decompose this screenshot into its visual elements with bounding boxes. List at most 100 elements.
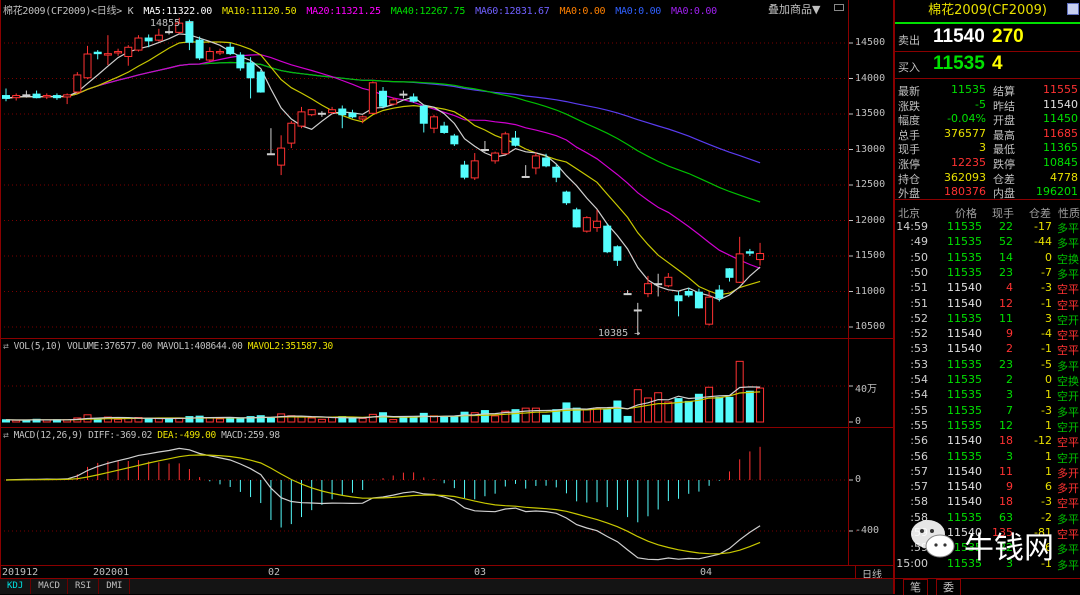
candle[interactable]: [674, 291, 683, 317]
tick-oi-change: -7: [1041, 265, 1052, 279]
candle[interactable]: [419, 104, 428, 133]
tick-row[interactable]: :52 11540 9 -4 空平: [895, 327, 1080, 342]
tick-row[interactable]: :51 11540 12 -1 空平: [895, 297, 1080, 312]
tick-row[interactable]: :50 11535 23 -7 多平: [895, 266, 1080, 281]
date-label: 201912: [2, 567, 39, 578]
candle[interactable]: [154, 28, 163, 42]
candle[interactable]: [215, 48, 224, 56]
candle[interactable]: [725, 268, 734, 282]
tab-macd[interactable]: MACD: [31, 579, 68, 594]
candle[interactable]: [63, 93, 72, 105]
panel-toggle-icon[interactable]: [1067, 3, 1079, 15]
tick-row[interactable]: :55 11535 7 -3 多平: [895, 404, 1080, 419]
candle[interactable]: [277, 135, 286, 176]
candle[interactable]: [124, 45, 133, 66]
candle[interactable]: [409, 93, 418, 103]
candle[interactable]: [429, 114, 438, 134]
candle[interactable]: [134, 35, 143, 52]
candle[interactable]: [73, 72, 82, 94]
tick-row[interactable]: :57 11540 11 1 多开: [895, 465, 1080, 480]
candle[interactable]: [236, 52, 245, 71]
tick-nature: 多平: [1057, 359, 1079, 373]
candle[interactable]: [603, 223, 612, 254]
tick-row[interactable]: :55 11535 12 1 空开: [895, 419, 1080, 434]
tab-kdj[interactable]: KDJ: [0, 579, 32, 594]
candle[interactable]: [256, 69, 265, 93]
candle[interactable]: [226, 43, 235, 56]
panel-tab[interactable]: 委: [936, 579, 961, 595]
candle[interactable]: [93, 50, 102, 60]
tab-rsi[interactable]: RSI: [68, 579, 100, 594]
candle-body: [215, 51, 224, 54]
candle[interactable]: [735, 236, 744, 283]
candle[interactable]: [552, 164, 561, 183]
candle[interactable]: [287, 121, 296, 149]
tick-row[interactable]: :56 11535 3 1 空开: [895, 450, 1080, 465]
candle-body: [154, 34, 163, 41]
candle[interactable]: [12, 93, 21, 101]
tick-row[interactable]: :53 11535 23 -5 多平: [895, 358, 1080, 373]
tick-time: :53: [910, 357, 928, 371]
candle[interactable]: [32, 90, 41, 99]
tick-row[interactable]: :51 11540 4 -3 空平: [895, 281, 1080, 296]
candle[interactable]: [582, 216, 591, 233]
tick-row[interactable]: :50 11535 14 0 空换: [895, 251, 1080, 266]
candle[interactable]: [613, 245, 622, 266]
candle[interactable]: [328, 106, 337, 114]
candle[interactable]: [307, 109, 316, 117]
panel-tab[interactable]: 笔: [903, 579, 928, 595]
candle[interactable]: [531, 152, 540, 175]
date-label: 02: [268, 567, 281, 578]
tick-oi-change: 0: [1045, 250, 1052, 264]
candle[interactable]: [358, 115, 367, 124]
candle[interactable]: [368, 81, 377, 114]
volume-bar: [236, 417, 245, 423]
tick-row[interactable]: :57 11540 9 6 多开: [895, 480, 1080, 495]
candle[interactable]: [470, 153, 479, 181]
candle[interactable]: [266, 128, 275, 156]
candle[interactable]: [103, 35, 112, 66]
tick-row[interactable]: 14:59 11535 22 -17 多平: [895, 220, 1080, 235]
volume-bar: [409, 416, 418, 423]
candle[interactable]: [756, 242, 765, 266]
candle[interactable]: [480, 140, 489, 152]
candle[interactable]: [562, 190, 571, 205]
candle[interactable]: [450, 133, 459, 146]
candle[interactable]: [297, 106, 306, 129]
tick-row[interactable]: :49 11535 52 -44 多平: [895, 235, 1080, 250]
candle[interactable]: [205, 47, 214, 63]
candle[interactable]: [317, 111, 326, 117]
candle[interactable]: [664, 273, 673, 288]
candle[interactable]: [348, 109, 357, 119]
candle[interactable]: [623, 290, 632, 296]
candle[interactable]: [745, 248, 754, 256]
candle[interactable]: [399, 90, 408, 99]
candle[interactable]: [42, 93, 51, 100]
candle[interactable]: [654, 273, 663, 297]
candle[interactable]: [52, 93, 61, 100]
quote-panel: 棉花2009(CF2009) 卖出 11540 270 买入 11535 4 最…: [893, 0, 1080, 595]
candle[interactable]: [501, 131, 510, 155]
candle[interactable]: [83, 45, 92, 80]
tick-row[interactable]: :56 11540 18 -12 空平: [895, 434, 1080, 449]
axis-label: -400: [855, 525, 880, 536]
kline-chart[interactable]: 14855 ─10385 →: [0, 0, 893, 565]
candle[interactable]: [2, 88, 10, 102]
candle[interactable]: [511, 131, 520, 147]
candle[interactable]: [460, 160, 469, 180]
candle[interactable]: [195, 36, 204, 61]
tab-dmi[interactable]: DMI: [99, 579, 131, 594]
tick-row[interactable]: :52 11535 11 3 空开: [895, 312, 1080, 327]
tick-row[interactable]: :54 11535 2 0 空换: [895, 373, 1080, 388]
candle[interactable]: [379, 87, 388, 109]
candle[interactable]: [572, 207, 581, 228]
candle[interactable]: [491, 151, 500, 164]
tick-row[interactable]: :53 11540 2 -1 空平: [895, 342, 1080, 357]
candle[interactable]: [440, 121, 449, 134]
tick-row[interactable]: :58 11540 18 -3 空平: [895, 495, 1080, 510]
tick-row[interactable]: :54 11535 3 1 空开: [895, 388, 1080, 403]
candle[interactable]: [246, 57, 255, 99]
candle[interactable]: [521, 165, 530, 178]
candle[interactable]: [114, 48, 123, 56]
candle[interactable]: [643, 275, 652, 298]
